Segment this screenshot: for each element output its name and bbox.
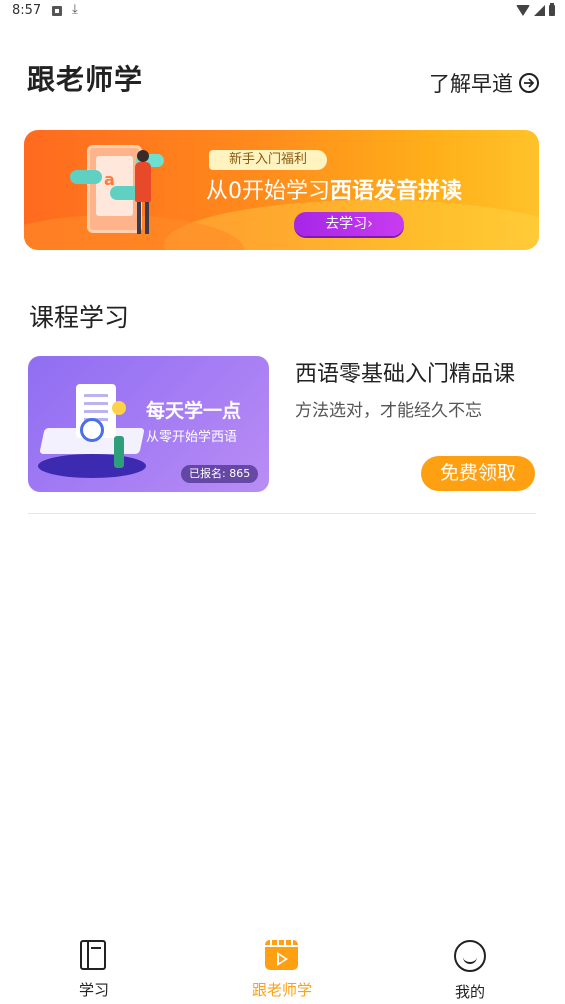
banner-headline-prefix: 从0开始学习 — [206, 179, 330, 204]
banner-headline-highlight: 西语发音拼读 — [330, 179, 463, 204]
tab-mine[interactable]: 我的 — [415, 938, 525, 1001]
promo-banner[interactable]: a 新手入门福利 从0开始学习西语发音拼读 去学习› — [24, 130, 539, 250]
page-title: 跟老师学 — [27, 63, 144, 96]
decor-chip — [70, 170, 102, 184]
thumb-title: 每天学一点 — [146, 400, 242, 422]
banner-cta-button[interactable]: 去学习› — [294, 212, 404, 236]
arrow-right-circle-icon — [519, 73, 539, 93]
play-icon — [277, 952, 288, 966]
tab-label: 跟老师学 — [251, 981, 312, 999]
status-icons — [516, 3, 555, 16]
lightbulb-icon — [112, 401, 126, 415]
person-illustration-head — [137, 150, 149, 162]
bottom-tab-bar: 学习 跟老师学 我的 — [0, 930, 565, 1004]
claim-free-button[interactable]: 免费领取 — [421, 456, 535, 491]
a-icon — [52, 6, 62, 16]
learn-more-link[interactable]: 了解早道 — [429, 68, 539, 98]
signal-icon — [534, 5, 545, 16]
clapper-stripes — [265, 940, 298, 947]
learn-more-label: 了解早道 — [429, 72, 513, 96]
chevron-right-icon: › — [367, 216, 373, 232]
tab-label: 我的 — [454, 983, 485, 1001]
status-bar: 8:57 ⤓ — [0, 0, 565, 24]
wifi-icon — [516, 5, 530, 16]
person-illustration — [135, 162, 151, 202]
banner-headline: 从0开始学习西语发音拼读 — [206, 173, 462, 205]
kid-illustration — [114, 436, 124, 468]
course-name[interactable]: 西语零基础入门精品课 — [295, 356, 515, 388]
banner-cta-label: 去学习 — [325, 216, 368, 232]
status-time: 8:57 — [12, 3, 42, 18]
thumb-base — [38, 454, 146, 478]
thumb-subtitle: 从零开始学西语 — [146, 430, 238, 445]
divider — [28, 513, 536, 514]
person-illustration-legs — [137, 202, 149, 234]
tab-study[interactable]: 学习 — [39, 938, 149, 1000]
course-thumbnail[interactable]: 每天学一点 从零开始学西语 已报名: 865 — [28, 356, 269, 492]
book-icon — [80, 940, 106, 970]
enrolled-badge: 已报名: 865 — [181, 465, 259, 483]
magnifier-icon — [80, 418, 104, 442]
smile-icon — [454, 940, 486, 972]
video-icon — [265, 940, 298, 970]
section-title: 课程学习 — [29, 303, 130, 332]
tab-label: 学习 — [78, 981, 109, 999]
tab-follow-teacher[interactable]: 跟老师学 — [227, 938, 337, 1000]
banner-tag: 新手入门福利 — [209, 150, 328, 170]
battery-icon — [549, 3, 555, 16]
course-description: 方法选对，才能经久不忘 — [295, 401, 482, 421]
download-icon: ⤓ — [72, 2, 78, 17]
